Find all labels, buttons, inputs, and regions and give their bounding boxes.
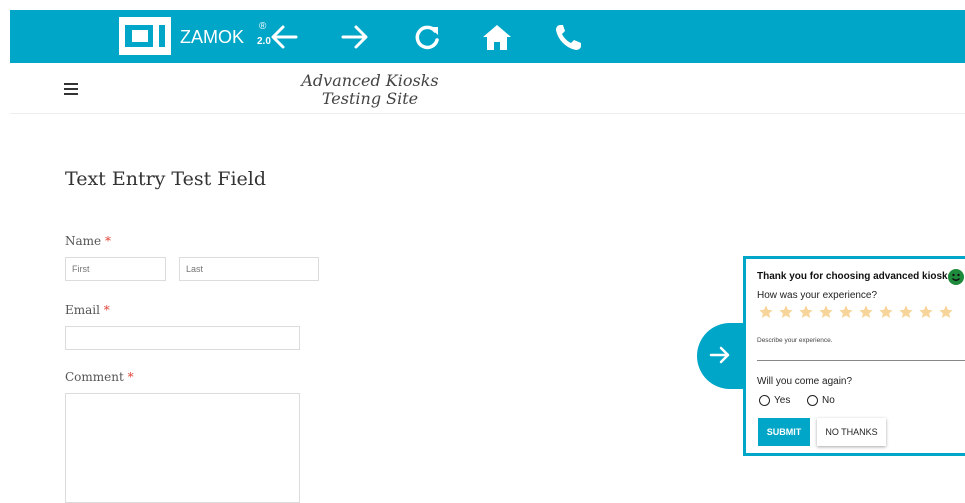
last-name-input[interactable] — [179, 257, 319, 281]
star-icon[interactable] — [858, 304, 874, 320]
required-marker: * — [104, 234, 111, 248]
site-title-line2: Testing Site — [321, 89, 419, 108]
star-icon[interactable] — [838, 304, 854, 320]
brand-registered: ® — [259, 21, 267, 32]
forward-arrow-icon[interactable] — [339, 22, 371, 52]
star-rating — [758, 304, 958, 322]
required-marker: * — [127, 370, 134, 384]
name-label-text: Name — [65, 234, 102, 248]
experience-question: How was your experience? — [757, 290, 878, 301]
star-icon[interactable] — [818, 304, 834, 320]
survey-title: Thank you for choosing advanced kiosks! — [757, 271, 957, 282]
star-icon[interactable] — [758, 304, 774, 320]
star-icon[interactable] — [878, 304, 894, 320]
top-toolbar: ZAMOK ® 2.0 — [10, 10, 965, 63]
email-label: Email * — [65, 303, 110, 317]
refresh-icon[interactable] — [411, 22, 443, 52]
star-icon[interactable] — [898, 304, 914, 320]
phone-icon[interactable] — [553, 22, 585, 52]
form-title: Text Entry Test Field — [65, 168, 267, 190]
feedback-survey-panel: Thank you for choosing advanced kiosks! … — [743, 256, 965, 456]
radio-circle-icon — [759, 395, 770, 406]
come-again-question: Will you come again? — [757, 376, 853, 387]
describe-experience-input[interactable]: Describe your experience. — [757, 337, 833, 344]
brand-name: ZAMOK ® 2.0 — [180, 21, 271, 48]
email-input[interactable] — [65, 326, 300, 350]
hamburger-menu-icon[interactable] — [64, 83, 78, 95]
arrow-right-icon — [709, 346, 730, 364]
radio-circle-icon — [807, 395, 818, 406]
comment-label-text: Comment — [65, 370, 124, 384]
required-marker: * — [103, 303, 110, 317]
first-name-input[interactable] — [65, 257, 166, 281]
describe-input-underline — [757, 360, 965, 361]
site-title: Advanced Kiosks Testing Site — [270, 72, 470, 108]
star-icon[interactable] — [918, 304, 934, 320]
radio-yes[interactable]: Yes — [759, 395, 790, 406]
site-header: Advanced Kiosks Testing Site — [10, 63, 965, 114]
submit-button[interactable]: SUBMIT — [758, 418, 810, 446]
site-title-line1: Advanced Kiosks — [301, 71, 439, 90]
back-arrow-icon[interactable] — [268, 22, 300, 52]
smiley-icon — [948, 269, 964, 285]
comment-textarea[interactable] — [65, 393, 300, 503]
brand-text: ZAMOK — [180, 27, 245, 47]
radio-yes-label: Yes — [774, 395, 791, 407]
radio-no-label: No — [822, 395, 835, 407]
star-icon[interactable] — [778, 304, 794, 320]
star-icon[interactable] — [938, 304, 954, 320]
email-label-text: Email — [65, 303, 100, 317]
name-label: Name * — [65, 234, 111, 248]
zamok-logo — [119, 17, 171, 55]
comment-label: Comment * — [65, 370, 134, 384]
home-icon[interactable] — [481, 22, 513, 52]
no-thanks-button[interactable]: NO THANKS — [817, 418, 886, 446]
star-icon[interactable] — [798, 304, 814, 320]
radio-no[interactable]: No — [807, 395, 835, 406]
